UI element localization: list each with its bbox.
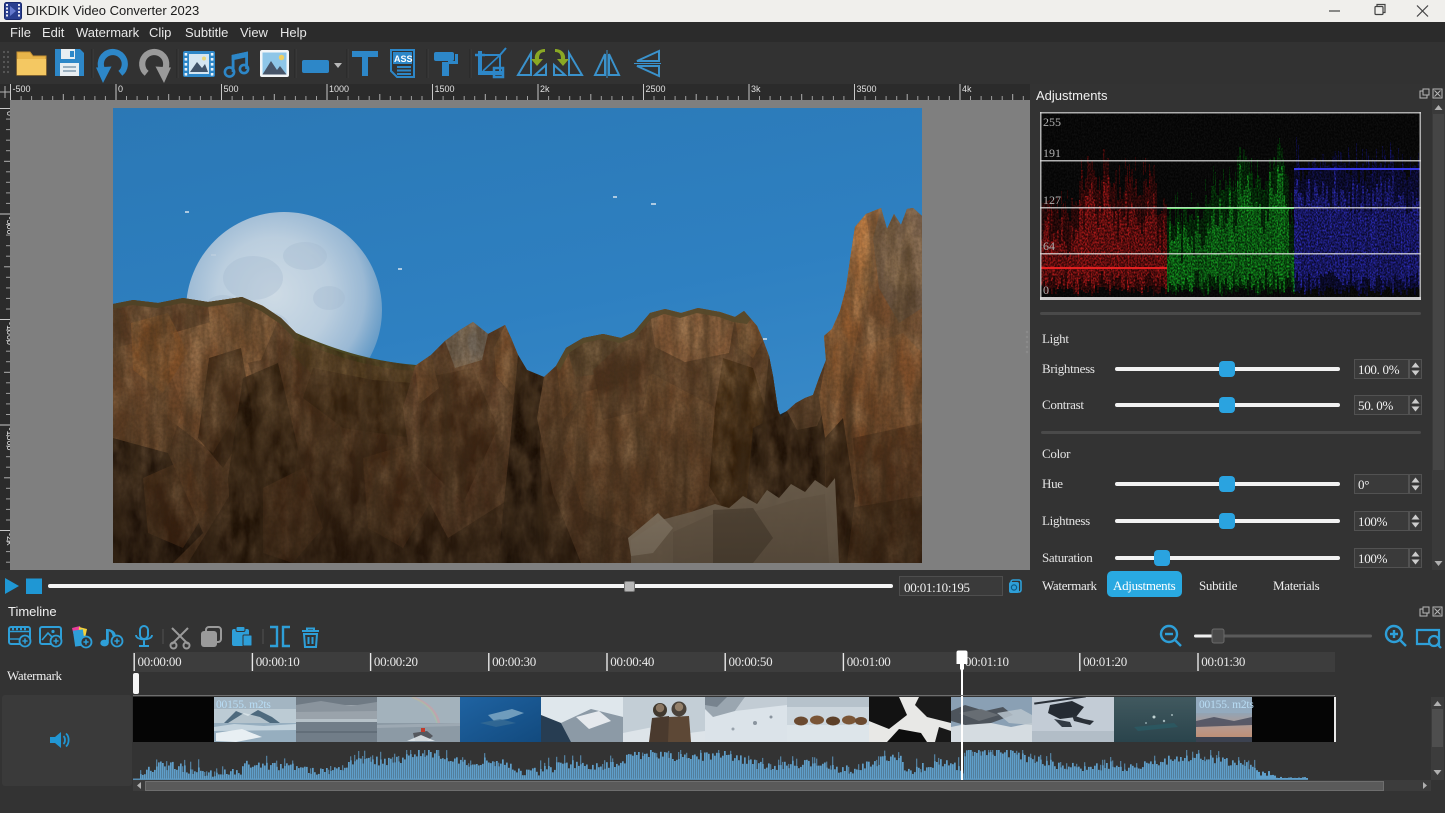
svg-text:0: 0: [1043, 283, 1049, 297]
svg-text:2k: 2k: [540, 84, 550, 94]
svg-text:3500: 3500: [857, 84, 877, 94]
svg-text:00:00:40: 00:00:40: [610, 654, 654, 669]
svg-text:00:00:00: 00:00:00: [138, 654, 182, 669]
svg-text:4k: 4k: [962, 84, 972, 94]
svg-text:127: 127: [1043, 193, 1061, 207]
svg-text:00:00:10: 00:00:10: [256, 654, 300, 669]
svg-text:00:01:20: 00:01:20: [1083, 654, 1127, 669]
svg-text:1000: 1000: [329, 84, 349, 94]
svg-text:255: 255: [1043, 115, 1061, 129]
svg-text:00:01:10: 00:01:10: [965, 654, 1009, 669]
svg-text:00:00:50: 00:00:50: [729, 654, 773, 669]
svg-text:00:01:30: 00:01:30: [1201, 654, 1245, 669]
svg-text:64: 64: [1043, 239, 1055, 253]
svg-text:00:01:00: 00:01:00: [847, 654, 891, 669]
svg-text:191: 191: [1043, 146, 1061, 160]
svg-text:00:00:30: 00:00:30: [492, 654, 536, 669]
svg-text:ASS: ASS: [394, 54, 413, 64]
svg-text:2500: 2500: [646, 84, 666, 94]
svg-text:3k: 3k: [751, 84, 761, 94]
svg-text:500: 500: [224, 84, 239, 94]
svg-text:00:00:20: 00:00:20: [374, 654, 418, 669]
svg-text:1500: 1500: [435, 84, 455, 94]
svg-text:-500: -500: [13, 84, 31, 94]
svg-text:0: 0: [118, 84, 123, 94]
